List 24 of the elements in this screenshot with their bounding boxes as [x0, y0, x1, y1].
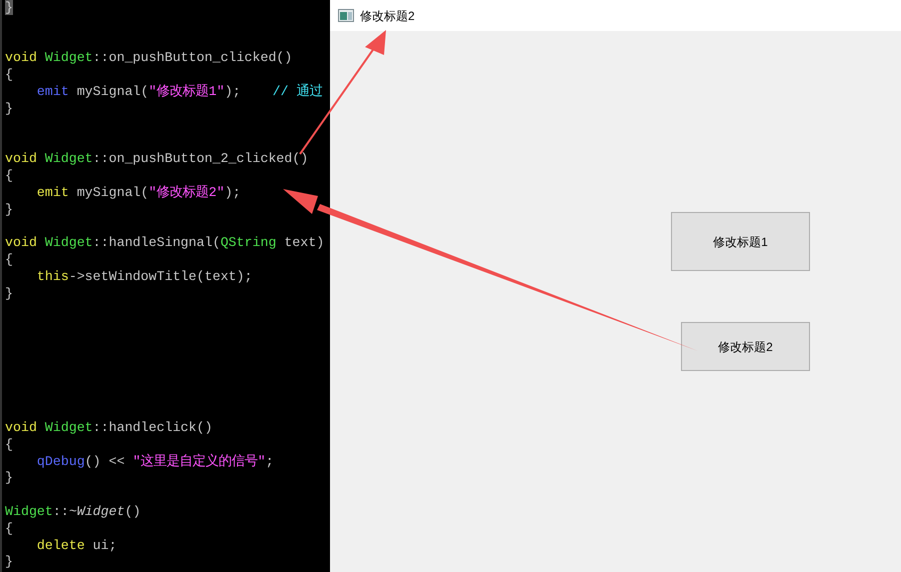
code-line: {	[5, 436, 13, 452]
code-line: }	[5, 286, 13, 301]
code-line: }	[5, 100, 13, 116]
push-button[interactable]: 修改标题1	[671, 212, 810, 271]
code-line: void Widget::handleclick()	[5, 420, 212, 435]
window-icon	[338, 9, 354, 22]
code-line: void Widget::handleSingnal(QString text)	[5, 235, 324, 250]
code-line: this->setWindowTitle(text);	[36, 268, 252, 284]
code-line: void Widget::on_pushButton_clicked()	[5, 50, 292, 66]
code-line: }	[5, 470, 13, 486]
code-line: void Widget::on_pushButton_2_clicked()	[5, 151, 308, 166]
code-line: Widget::~Widget()	[5, 504, 141, 519]
code-line: {	[5, 520, 13, 536]
code-line: qDebug() << "这里是自定义的信号";	[36, 454, 274, 469]
code-line: }	[5, 554, 13, 570]
window-title: 修改标题2	[360, 8, 415, 24]
code-line: {	[5, 168, 13, 183]
code-line: emit mySignal("修改标题1"); // 通过	[36, 84, 322, 99]
code-line: {	[5, 67, 13, 82]
code-line: {	[5, 252, 13, 267]
push-button[interactable]: 修改标题2	[681, 322, 810, 371]
code-line: delete ui;	[36, 538, 117, 552]
code-line: emit mySignal("修改标题2");	[36, 184, 241, 200]
code-line: }	[5, 202, 13, 217]
